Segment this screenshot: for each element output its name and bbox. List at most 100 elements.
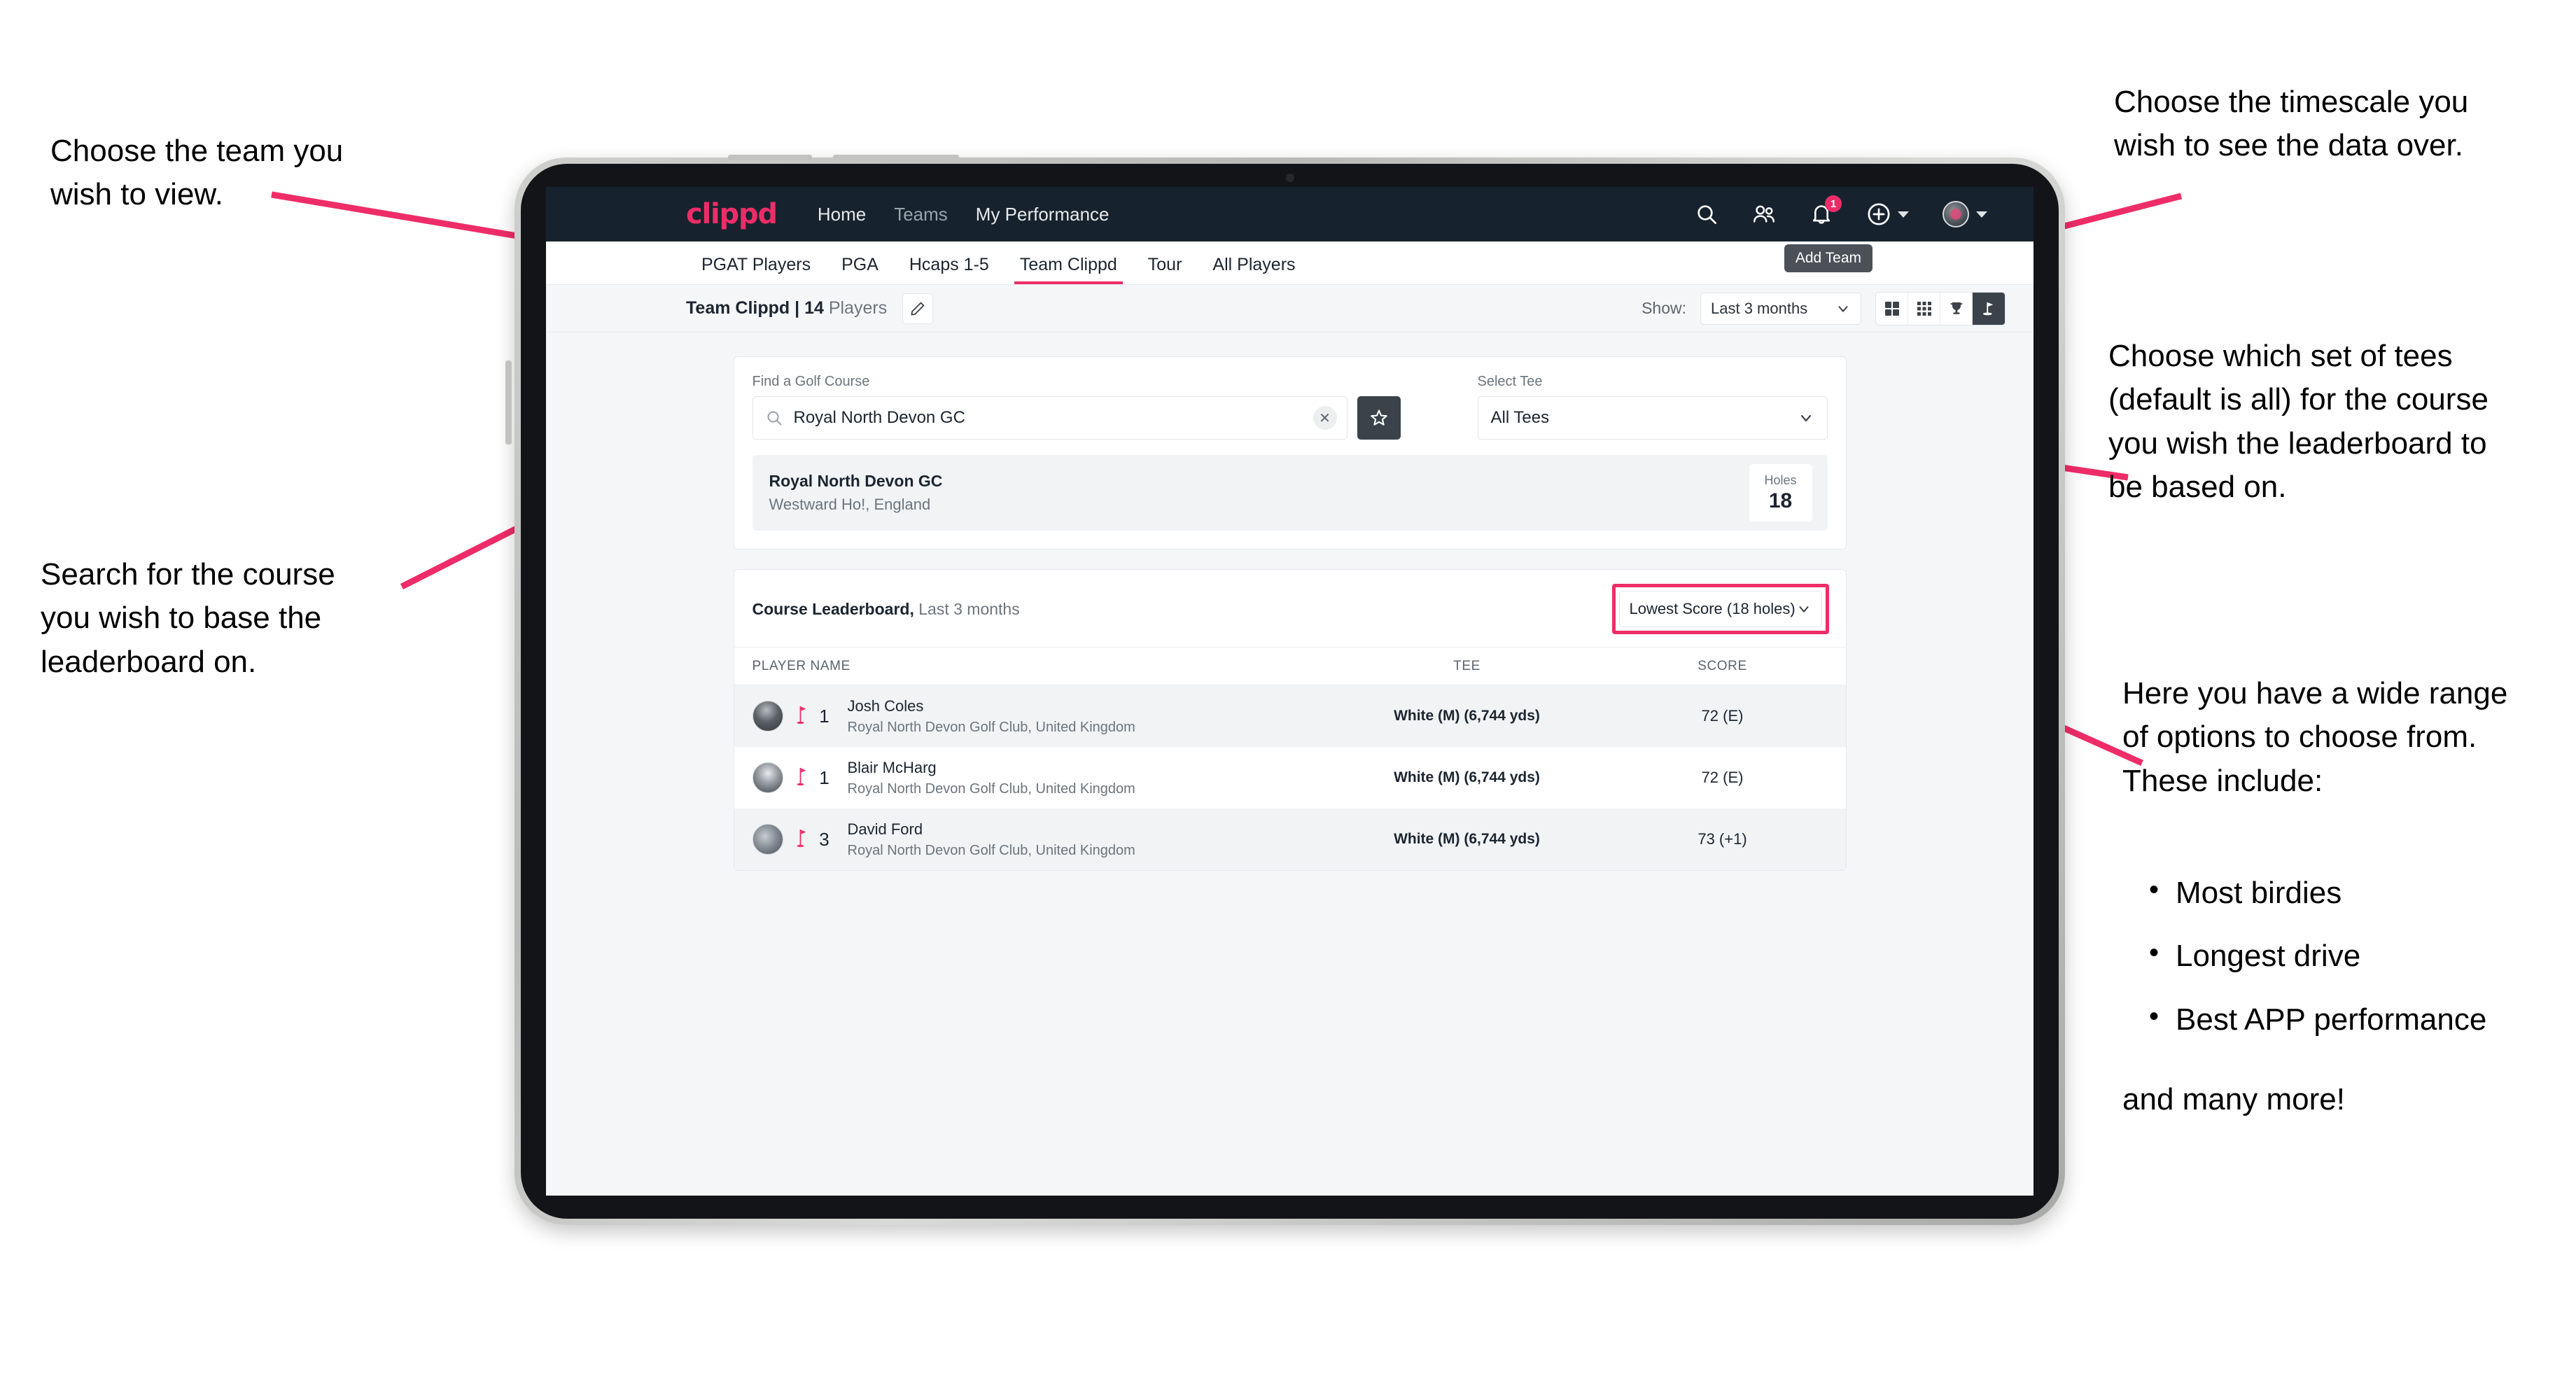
main-content: Find a Golf Course Royal North Devon GC …: [546, 332, 2033, 871]
device-bezel: clippd Home Teams My Performance 1 PGAT …: [521, 164, 2059, 1219]
app-screen: clippd Home Teams My Performance 1 PGAT …: [546, 187, 2033, 1196]
tab-pgat-players[interactable]: PGAT Players: [686, 255, 826, 284]
leaderboard-metric-highlight: Lowest Score (18 holes): [1611, 584, 1829, 634]
team-name: Team Clippd: [686, 298, 790, 318]
player-info: Blair McHarg Royal North Devon Golf Club…: [848, 759, 1135, 797]
golf-flag-icon: [793, 704, 808, 729]
annotation-options-list: Most birdies Longest drive Best APP perf…: [2143, 870, 2563, 1061]
holes-badge: Holes 18: [1749, 464, 1812, 522]
player-name: Josh Coles: [847, 696, 924, 715]
bell-icon[interactable]: 1: [1809, 195, 1842, 226]
golf-flag-icon: [793, 766, 808, 790]
device-button-top-1: [728, 155, 812, 160]
tee-select-label: Select Tee: [1477, 374, 1543, 389]
brand-logo[interactable]: clippd: [686, 198, 778, 230]
course-search-card: Find a Golf Course Royal North Devon GC …: [733, 356, 1847, 550]
chevron-down-icon: [1800, 414, 1811, 422]
toolbar-right: Show: Last 3 months: [1642, 291, 2005, 326]
toolbar: Team Clippd | 14 Players Show: Last 3 mo…: [546, 285, 2033, 332]
tab-pga[interactable]: PGA: [826, 255, 894, 284]
people-icon[interactable]: [1752, 202, 1776, 226]
player-club: Royal North Devon Golf Club, United King…: [847, 719, 1135, 735]
table-row[interactable]: 1 Josh Coles Royal North Devon Golf Club…: [734, 685, 1846, 747]
nav-link-my-performance[interactable]: My Performance: [976, 204, 1110, 225]
annotation-options-intro: Here you have a wide range of options to…: [2122, 676, 2508, 798]
tab-hcaps-1-5[interactable]: Hcaps 1-5: [894, 255, 1004, 284]
player-score: 72 (E): [1701, 707, 1744, 724]
search-icon[interactable]: [1695, 202, 1718, 226]
player-rank: 1: [819, 766, 830, 788]
avatar: [752, 701, 783, 732]
leaderboard-column-headers: PLAYER NAME TEE SCORE: [734, 648, 1846, 685]
golf-flag-icon: [793, 827, 808, 852]
holes-value: 18: [1768, 489, 1793, 512]
column-score: SCORE: [1698, 658, 1747, 673]
course-result-location: Westward Ho!, England: [769, 496, 931, 513]
chevron-down-icon: [1798, 606, 1809, 612]
search-icon: [767, 411, 781, 426]
camera-icon: [1285, 174, 1294, 182]
tee-select[interactable]: All Tees: [1477, 396, 1828, 440]
list-item: Longest drive: [2143, 933, 2563, 978]
player-name: David Ford: [847, 820, 923, 838]
player-club: Royal North Devon Golf Club, United King…: [847, 842, 1135, 858]
pencil-icon: [911, 302, 925, 315]
player-name: Blair McHarg: [847, 758, 937, 776]
tablet-device: clippd Home Teams My Performance 1 PGAT …: [505, 155, 2065, 1225]
edit-team-button[interactable]: [902, 293, 934, 324]
plus-circle-icon[interactable]: [1867, 202, 1909, 226]
course-search-input[interactable]: Royal North Devon GC ✕: [752, 396, 1348, 440]
table-row[interactable]: 1 Blair McHarg Royal North Devon Golf Cl…: [734, 747, 1846, 808]
avatar: [1942, 201, 1969, 227]
chevron-down-icon: [1838, 305, 1848, 312]
table-row[interactable]: 3 David Ford Royal North Devon Golf Club…: [734, 808, 1846, 870]
course-leaderboard-card: Course Leaderboard, Last 3 months Lowest…: [733, 569, 1847, 871]
course-result-name: Royal North Devon GC: [769, 472, 943, 490]
leaderboard-title: Course Leaderboard, Last 3 months: [752, 600, 1020, 619]
course-search-value: Royal North Devon GC: [793, 408, 965, 427]
timescale-select[interactable]: Last 3 months: [1700, 292, 1861, 325]
search-row: Find a Golf Course Royal North Devon GC …: [752, 374, 1828, 440]
device-button-left: [505, 360, 512, 444]
trophy-icon[interactable]: [1940, 292, 1973, 325]
annotation-timescale: Choose the timescale you wish to see the…: [2114, 85, 2469, 163]
nav-link-teams[interactable]: Teams: [894, 204, 948, 225]
player-info: Josh Coles Royal North Devon Golf Club, …: [848, 697, 1135, 736]
course-result-row[interactable]: Royal North Devon GC Westward Ho!, Engla…: [752, 455, 1828, 531]
leaderboard-metric-select[interactable]: Lowest Score (18 holes): [1618, 591, 1822, 627]
holes-label: Holes: [1764, 472, 1797, 487]
golf-flag-icon[interactable]: [1973, 292, 2005, 325]
players-word: Players: [828, 298, 888, 318]
nav-link-home[interactable]: Home: [818, 204, 866, 225]
annotation-team: Choose the team you wish to view.: [50, 134, 344, 212]
favorite-button[interactable]: [1357, 396, 1401, 440]
course-result-info: Royal North Devon GC Westward Ho!, Engla…: [769, 472, 943, 514]
player-club: Royal North Devon Golf Club, United King…: [847, 780, 1135, 797]
team-players-word: [824, 298, 829, 318]
leaderboard-title-sub: Last 3 months: [913, 599, 1020, 618]
show-label: Show:: [1642, 299, 1686, 317]
tab-team-clippd[interactable]: Team Clippd: [1004, 255, 1133, 284]
notification-badge: 1: [1825, 195, 1842, 212]
tab-tour[interactable]: Tour: [1133, 255, 1198, 284]
add-team-tooltip: Add Team: [1784, 244, 1872, 272]
tee-select-value: All Tees: [1490, 408, 1550, 427]
avatar: [752, 824, 783, 855]
grid-2x2-icon[interactable]: [1876, 292, 1908, 325]
avatar-icon[interactable]: [1942, 201, 1987, 227]
nav-links: Home Teams My Performance: [818, 204, 1110, 225]
tab-all-players[interactable]: All Players: [1197, 255, 1310, 284]
leaderboard-title-main: Course Leaderboard,: [752, 599, 914, 618]
grid-3x3-icon[interactable]: [1908, 292, 1940, 325]
star-icon: [1370, 410, 1387, 426]
annotation-tees: Choose which set of tees (default is all…: [2108, 339, 2488, 505]
player-tee: White (M) (6,744 yds): [1394, 769, 1540, 785]
annotation-options-outro: and many more!: [2122, 1082, 2345, 1116]
close-icon[interactable]: ✕: [1312, 406, 1337, 430]
player-info: David Ford Royal North Devon Golf Club, …: [848, 820, 1135, 859]
view-toggle-group: [1875, 291, 2005, 326]
chevron-down-icon: [1898, 211, 1909, 218]
player-score: 72 (E): [1701, 769, 1744, 786]
team-separator: |: [790, 298, 805, 318]
player-cell: 1 Blair McHarg Royal North Devon Golf Cl…: [752, 759, 1317, 797]
